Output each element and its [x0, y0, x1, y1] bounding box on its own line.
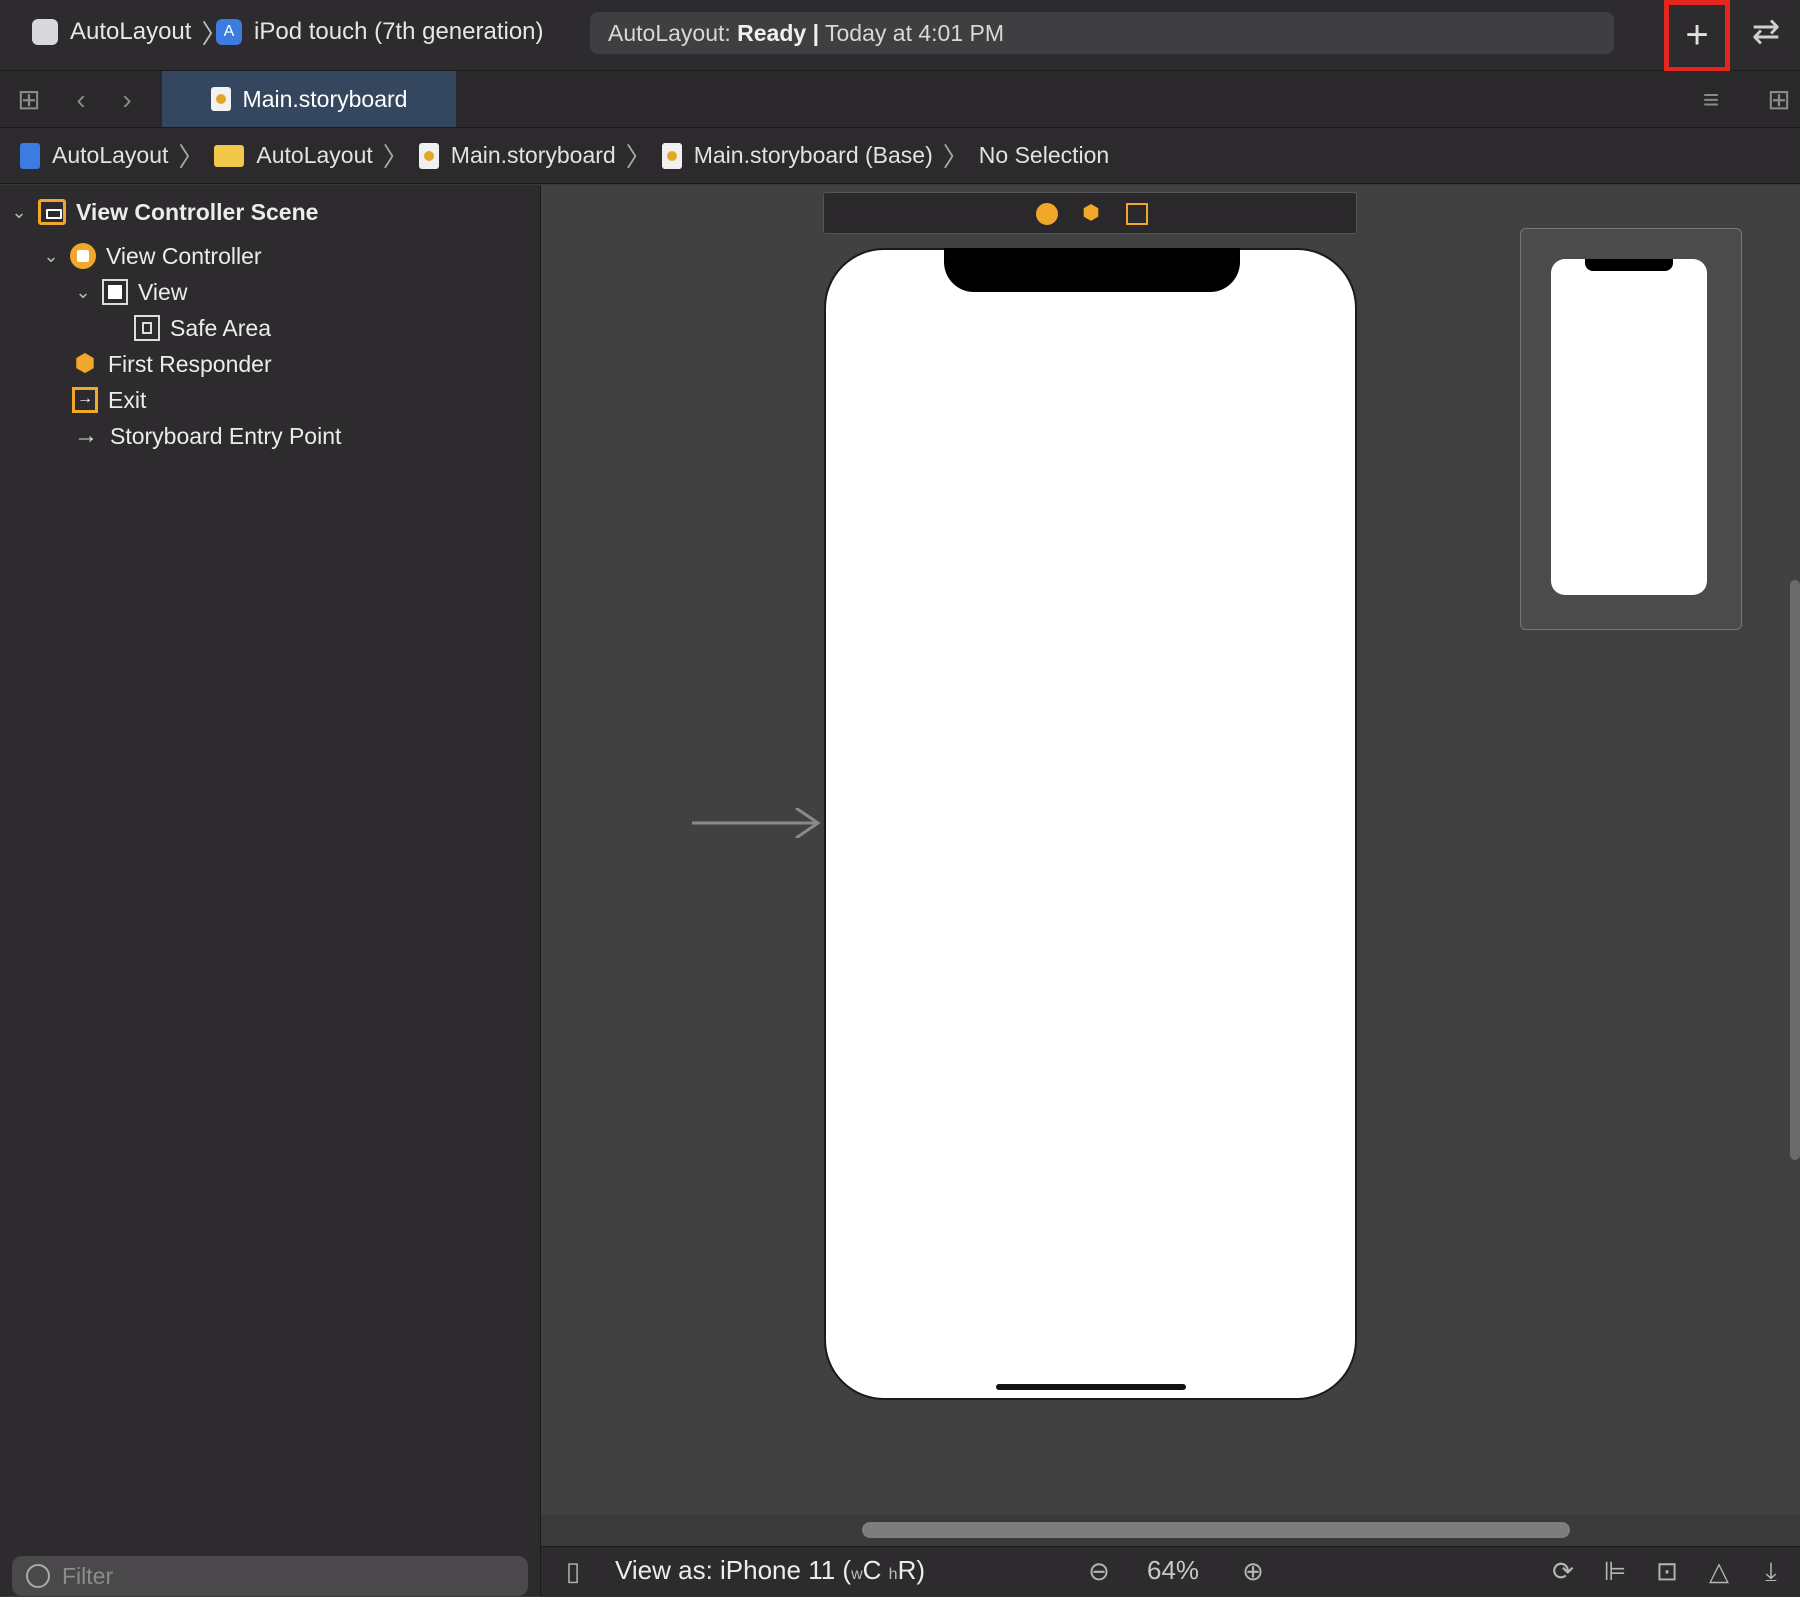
chevron-right-icon: 〉 — [178, 142, 205, 172]
update-frames-icon[interactable]: ⟳ — [1547, 1555, 1579, 1587]
scheme-device-name: iPod touch (7th generation) — [254, 18, 544, 45]
scene-icon — [38, 199, 66, 225]
arrow-right-icon: → — [74, 422, 98, 449]
outline-item-entry-point[interactable]: → Storyboard Entry Point — [72, 419, 341, 453]
minimap-phone — [1551, 259, 1707, 595]
disclosure-down-icon[interactable]: ⌄ — [40, 246, 62, 267]
safe-area-icon — [134, 315, 160, 341]
zoom-out-icon[interactable]: ⊖ — [1083, 1555, 1115, 1587]
related-items-grid-icon[interactable]: ⊞ — [12, 83, 46, 117]
exit-icon: → — [72, 387, 98, 413]
device-selector[interactable]: A iPod touch (7th generation) — [216, 14, 544, 50]
app-icon — [32, 19, 58, 45]
chevron-right-icon: 〉 — [942, 142, 969, 172]
chevron-right-icon: 〉 — [382, 142, 409, 172]
storyboard-file-icon — [661, 142, 682, 169]
first-responder-dock-icon[interactable]: ⬢ — [1080, 203, 1102, 225]
outline-item-exit[interactable]: → Exit — [72, 383, 146, 417]
editor-options-lines-icon[interactable]: ≡ — [1694, 83, 1728, 117]
status-prefix: AutoLayout: — [608, 20, 731, 46]
embed-in-icon[interactable]: ⤓ — [1755, 1555, 1787, 1587]
outline-entry-point-label: Storyboard Entry Point — [110, 422, 342, 449]
document-outline: ⌄ View Controller Scene ⌄ View Controlle… — [0, 185, 541, 1596]
zoom-level[interactable]: 64% — [1147, 1555, 1199, 1586]
height-class-value: R) — [897, 1555, 925, 1585]
breadcrumb-project[interactable]: AutoLayout — [20, 142, 168, 169]
home-indicator — [996, 1384, 1186, 1390]
add-editor-icon[interactable]: ⊞ — [1762, 83, 1796, 117]
outline-item-first-responder[interactable]: ⬢ First Responder — [72, 347, 272, 381]
view-controller-dock-icon[interactable] — [1036, 203, 1058, 225]
add-constraints-icon[interactable]: ⊡ — [1651, 1555, 1683, 1587]
breadcrumb-folder-label: AutoLayout — [256, 142, 373, 168]
entry-point-arrow-icon[interactable] — [692, 808, 822, 838]
width-class-prefix: w — [851, 1566, 863, 1583]
outline-vc-label: View Controller — [106, 242, 262, 269]
toggle-outline-icon[interactable]: ▯ — [557, 1555, 589, 1587]
breadcrumb-selection[interactable]: No Selection — [979, 142, 1109, 169]
toolbar: AutoLayout 〉 A iPod touch (7th generatio… — [0, 0, 1800, 72]
filter-input[interactable] — [60, 1561, 484, 1591]
scene-dock: ⬢ — [823, 192, 1357, 234]
outline-exit-label: Exit — [108, 386, 147, 413]
device-notch — [944, 248, 1240, 292]
minimap-notch — [1585, 259, 1673, 271]
height-class-prefix: h — [888, 1566, 898, 1583]
vertical-scrollbar[interactable] — [1790, 580, 1800, 1160]
breadcrumb-base-label: Main.storyboard (Base) — [693, 142, 933, 168]
breadcrumb-folder[interactable]: AutoLayout — [214, 142, 373, 169]
zoom-in-icon[interactable]: ⊕ — [1237, 1555, 1269, 1587]
minimap[interactable] — [1520, 228, 1742, 630]
tab-main-storyboard[interactable]: Main.storyboard — [162, 71, 456, 127]
resolve-autolayout-icon[interactable]: △ — [1703, 1555, 1735, 1587]
disclosure-down-icon[interactable]: ⌄ — [72, 282, 94, 303]
outline-item-safe-area[interactable]: Safe Area — [134, 311, 271, 345]
view-controller-icon — [70, 243, 96, 269]
breadcrumb-base[interactable]: Main.storyboard (Base) — [661, 142, 933, 169]
tab-label: Main.storyboard — [242, 85, 408, 112]
activity-status: AutoLayout: Ready | Today at 4:01 PM — [590, 12, 1614, 54]
storyboard-file-icon — [210, 87, 231, 111]
outline-item-view[interactable]: ⌄ View — [72, 275, 187, 309]
outline-filter-field[interactable] — [12, 1556, 528, 1596]
breadcrumb: AutoLayout 〉 AutoLayout 〉 Main.storyboar… — [0, 128, 1800, 184]
chevron-right-icon: 〉 — [625, 142, 652, 172]
breadcrumb-project-label: AutoLayout — [52, 142, 169, 168]
disclosure-down-icon[interactable]: ⌄ — [8, 202, 30, 223]
width-class-value: C — [862, 1555, 882, 1585]
xcode-app-icon: A — [216, 19, 242, 45]
library-plus-button[interactable]: + — [1664, 0, 1730, 72]
horizontal-scrollbar[interactable] — [862, 1522, 1570, 1538]
folder-icon — [214, 144, 245, 167]
tab-bar: ⊞ ‹ › Main.storyboard ≡ ⊞ — [0, 71, 1800, 128]
status-state: Ready — [737, 20, 807, 46]
storyboard-file-icon — [418, 142, 439, 169]
outline-first-responder-label: First Responder — [108, 350, 272, 377]
breadcrumb-file[interactable]: Main.storyboard — [418, 142, 616, 169]
iphone-scene-view[interactable] — [824, 248, 1357, 1400]
scheme-app-name: AutoLayout — [70, 18, 192, 45]
scheme-selector[interactable]: AutoLayout 〉 — [32, 14, 237, 50]
outline-item-view-controller[interactable]: ⌄ View Controller — [40, 239, 262, 273]
project-icon — [20, 142, 40, 169]
forward-chevron-icon[interactable]: › — [110, 83, 144, 117]
align-icon[interactable]: ⊫ — [1599, 1555, 1631, 1587]
canvas-bottom-bar: ▯ View as: iPhone 11 (wC hR) ⊖ 64% ⊕ ⟳ ⊫… — [541, 1546, 1800, 1597]
status-time: Today at 4:01 PM — [825, 20, 1005, 46]
exit-dock-icon[interactable] — [1126, 203, 1148, 225]
status-separator: | — [812, 20, 820, 46]
breadcrumb-selection-label: No Selection — [978, 142, 1110, 168]
outline-item-scene[interactable]: ⌄ View Controller Scene — [8, 195, 318, 229]
view-as-device-button[interactable]: View as: iPhone 11 (wC hR) — [615, 1555, 925, 1586]
first-responder-cube-icon: ⬢ — [74, 350, 96, 377]
outline-scene-label: View Controller Scene — [76, 198, 319, 225]
code-review-swap-icon[interactable]: ⇄ — [1744, 12, 1788, 52]
view-as-label: View as: iPhone 11 ( — [615, 1555, 852, 1585]
breadcrumb-file-label: Main.storyboard — [450, 142, 616, 168]
outline-safe-area-label: Safe Area — [170, 314, 272, 341]
outline-view-label: View — [138, 278, 188, 305]
back-chevron-icon[interactable]: ‹ — [64, 83, 98, 117]
view-icon — [102, 279, 128, 305]
filter-icon — [26, 1564, 50, 1588]
